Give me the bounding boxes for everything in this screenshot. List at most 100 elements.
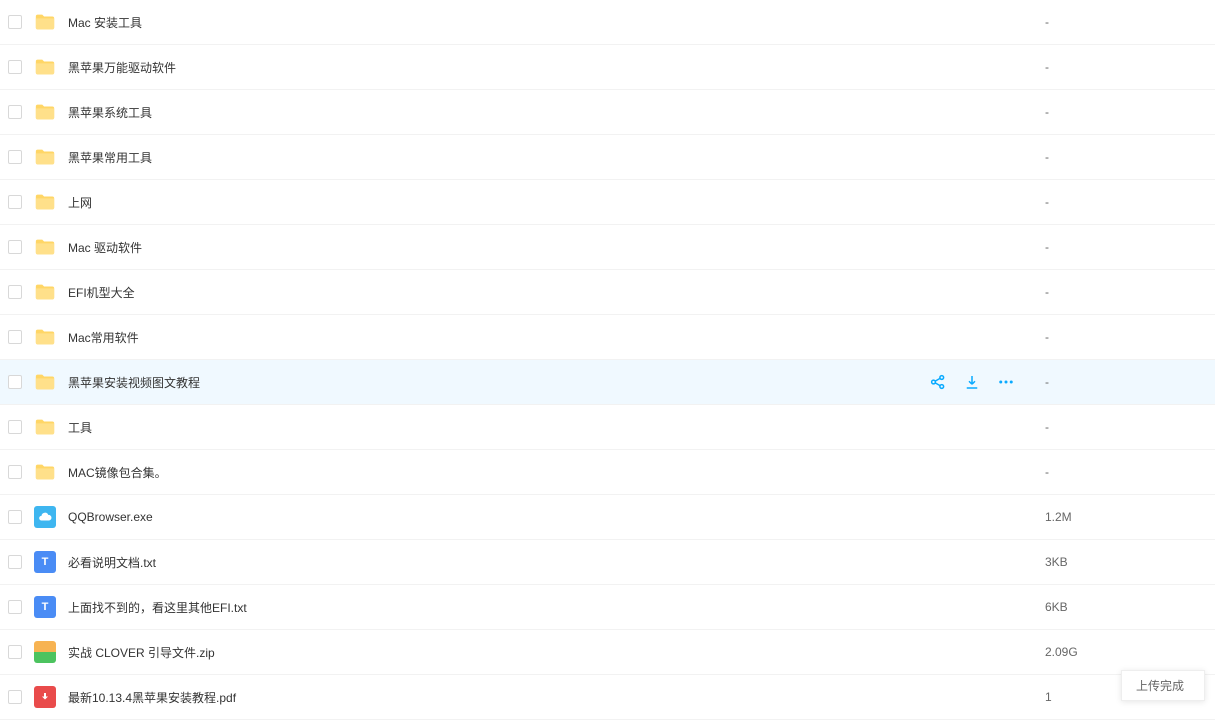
- folder-icon: [34, 191, 56, 213]
- folder-icon: [34, 416, 56, 438]
- more-button[interactable]: [997, 373, 1015, 391]
- file-name[interactable]: 上面找不到的，看这里其他EFI.txt: [68, 599, 1035, 616]
- file-size: -: [1035, 330, 1215, 344]
- row-checkbox[interactable]: [8, 690, 22, 704]
- folder-icon: [34, 281, 56, 303]
- row-checkbox[interactable]: [8, 510, 22, 524]
- row-checkbox[interactable]: [8, 555, 22, 569]
- folder-icon: [34, 461, 56, 483]
- row-checkbox[interactable]: [8, 105, 22, 119]
- row-checkbox[interactable]: [8, 600, 22, 614]
- file-name[interactable]: 黑苹果系统工具: [68, 104, 1035, 121]
- row-checkbox[interactable]: [8, 465, 22, 479]
- file-size: -: [1035, 375, 1215, 389]
- folder-icon: [34, 281, 56, 303]
- file-size: 3KB: [1035, 555, 1215, 569]
- folder-icon: [34, 461, 56, 483]
- row-checkbox[interactable]: [8, 195, 22, 209]
- file-size: 1.2M: [1035, 510, 1215, 524]
- file-name[interactable]: QQBrowser.exe: [68, 510, 1035, 524]
- folder-icon: [34, 236, 56, 258]
- row-checkbox[interactable]: [8, 60, 22, 74]
- file-size: -: [1035, 195, 1215, 209]
- folder-icon: [34, 236, 56, 258]
- folder-icon: [34, 191, 56, 213]
- file-size: -: [1035, 285, 1215, 299]
- file-name[interactable]: 黑苹果安装视频图文教程: [68, 374, 929, 391]
- file-row[interactable]: EFI机型大全-: [0, 270, 1215, 315]
- file-size: 6KB: [1035, 600, 1215, 614]
- folder-icon: [34, 11, 56, 33]
- row-checkbox[interactable]: [8, 285, 22, 299]
- file-row[interactable]: 上网-: [0, 180, 1215, 225]
- upload-toast: 上传完成: [1121, 670, 1205, 701]
- file-size: -: [1035, 240, 1215, 254]
- download-icon: [963, 373, 981, 391]
- row-actions: [929, 373, 1015, 391]
- folder-icon: [34, 56, 56, 78]
- txt-file-icon: T: [34, 551, 56, 573]
- row-checkbox[interactable]: [8, 330, 22, 344]
- file-size: 2.09G: [1035, 645, 1215, 659]
- folder-icon: [34, 146, 56, 168]
- folder-icon: [34, 56, 56, 78]
- folder-icon: [34, 371, 56, 393]
- file-row[interactable]: 黑苹果系统工具-: [0, 90, 1215, 135]
- pdf-icon: [39, 691, 51, 703]
- file-name[interactable]: 实战 CLOVER 引导文件.zip: [68, 644, 1035, 661]
- file-size: -: [1035, 465, 1215, 479]
- folder-icon: [34, 11, 56, 33]
- file-row[interactable]: QQBrowser.exe1.2M: [0, 495, 1215, 540]
- folder-icon: [34, 146, 56, 168]
- row-checkbox[interactable]: [8, 375, 22, 389]
- download-button[interactable]: [963, 373, 981, 391]
- share-icon: [929, 373, 947, 391]
- file-list: Mac 安装工具-黑苹果万能驱动软件-黑苹果系统工具-黑苹果常用工具-上网-Ma…: [0, 0, 1215, 720]
- file-name[interactable]: Mac 驱动软件: [68, 239, 1035, 256]
- file-row[interactable]: 黑苹果万能驱动软件-: [0, 45, 1215, 90]
- file-size: -: [1035, 105, 1215, 119]
- file-size: -: [1035, 420, 1215, 434]
- row-checkbox[interactable]: [8, 240, 22, 254]
- folder-icon: [34, 101, 56, 123]
- folder-icon: [34, 371, 56, 393]
- folder-icon: [34, 326, 56, 348]
- file-name[interactable]: 黑苹果常用工具: [68, 149, 1035, 166]
- row-checkbox[interactable]: [8, 15, 22, 29]
- file-row[interactable]: 最新10.13.4黑苹果安装教程.pdf1: [0, 675, 1215, 720]
- file-row[interactable]: MAC镜像包合集。-: [0, 450, 1215, 495]
- row-checkbox[interactable]: [8, 645, 22, 659]
- row-checkbox[interactable]: [8, 150, 22, 164]
- file-name[interactable]: 工具: [68, 419, 1035, 436]
- file-row[interactable]: Mac 安装工具-: [0, 0, 1215, 45]
- file-row[interactable]: T 必看说明文档.txt3KB: [0, 540, 1215, 585]
- file-row[interactable]: 黑苹果常用工具-: [0, 135, 1215, 180]
- file-size: -: [1035, 15, 1215, 29]
- file-name[interactable]: Mac常用软件: [68, 329, 1035, 346]
- file-name[interactable]: 黑苹果万能驱动软件: [68, 59, 1035, 76]
- more-icon: [997, 373, 1015, 391]
- share-button[interactable]: [929, 373, 947, 391]
- exe-icon: [38, 510, 52, 524]
- file-row[interactable]: Mac 驱动软件-: [0, 225, 1215, 270]
- folder-icon: [34, 326, 56, 348]
- file-name[interactable]: EFI机型大全: [68, 284, 1035, 301]
- file-row[interactable]: 工具-: [0, 405, 1215, 450]
- file-row[interactable]: 黑苹果安装视频图文教程 -: [0, 360, 1215, 405]
- file-size: -: [1035, 60, 1215, 74]
- file-name[interactable]: MAC镜像包合集。: [68, 464, 1035, 481]
- file-name[interactable]: Mac 安装工具: [68, 14, 1035, 31]
- file-row[interactable]: 实战 CLOVER 引导文件.zip2.09G: [0, 630, 1215, 675]
- file-name[interactable]: 必看说明文档.txt: [68, 554, 1035, 571]
- file-row[interactable]: Mac常用软件-: [0, 315, 1215, 360]
- folder-icon: [34, 101, 56, 123]
- txt-file-icon: T: [34, 596, 56, 618]
- row-checkbox[interactable]: [8, 420, 22, 434]
- file-size: -: [1035, 150, 1215, 164]
- file-row[interactable]: T 上面找不到的，看这里其他EFI.txt6KB: [0, 585, 1215, 630]
- zip-file-icon: [34, 641, 56, 663]
- exe-file-icon: [34, 506, 56, 528]
- file-name[interactable]: 最新10.13.4黑苹果安装教程.pdf: [68, 689, 1035, 706]
- folder-icon: [34, 416, 56, 438]
- file-name[interactable]: 上网: [68, 194, 1035, 211]
